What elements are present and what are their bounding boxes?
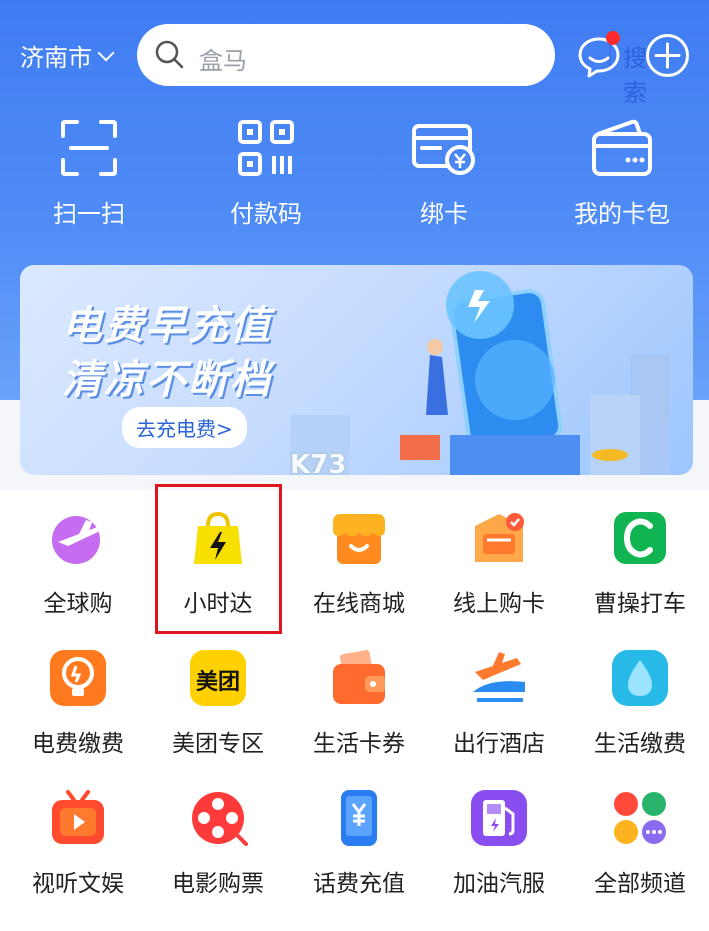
promo-banner[interactable]: 电费早充值 清凉不断档 去充电费> — [20, 265, 693, 475]
global-shopping-icon — [52, 516, 100, 564]
search-button[interactable]: 搜索 — [623, 38, 647, 108]
banner-cta-button[interactable]: 去充电费> — [122, 407, 247, 448]
plus-icon[interactable] — [645, 33, 690, 78]
fuel-pump-icon — [471, 790, 527, 846]
service-label: 生活缴费 — [594, 731, 686, 757]
service-all-channels[interactable]: 全部频道 — [569, 788, 709, 898]
service-label: 出行酒店 — [453, 731, 545, 757]
highlight-box — [155, 484, 282, 634]
scan-icon — [61, 120, 117, 176]
city-label: 济南市 — [20, 44, 92, 72]
search-icon — [155, 40, 184, 69]
service-label: 曹操打车 — [594, 591, 686, 617]
qr-code-icon — [238, 120, 294, 176]
banner-title-line1: 电费早充值 — [62, 303, 272, 349]
meituan-badge-text: 美团 — [195, 670, 240, 695]
quick-action-bind-card[interactable]: 绑卡 — [374, 110, 514, 229]
service-fuel[interactable]: 加油汽服 — [428, 788, 570, 898]
lightbulb-icon — [50, 650, 106, 706]
city-selector[interactable]: 济南市 — [20, 38, 115, 73]
phone-yuan-icon — [341, 790, 377, 846]
service-label: 加油汽服 — [453, 871, 545, 897]
banner-illustration — [290, 271, 670, 475]
chevron-down-icon — [97, 44, 115, 61]
quick-action-label: 我的卡包 — [574, 200, 670, 228]
notification-dot — [606, 31, 620, 45]
water-drop-icon — [612, 650, 668, 706]
service-online-store[interactable]: 在线商城 — [288, 508, 430, 618]
service-electricity-bill[interactable]: 电费缴费 — [7, 648, 149, 758]
service-label: 话费充值 — [313, 871, 405, 897]
wallet-icon — [592, 119, 652, 176]
service-meituan[interactable]: 美团 美团专区 — [147, 648, 289, 758]
service-utilities[interactable]: 生活缴费 — [569, 648, 709, 758]
service-buy-gift-card[interactable]: 线上购卡 — [428, 508, 570, 618]
search-bar[interactable]: 盒马 搜索 — [137, 24, 647, 107]
quick-action-label: 付款码 — [230, 200, 302, 228]
service-phone-recharge[interactable]: 话费充值 — [288, 788, 430, 898]
service-label: 全球购 — [43, 591, 113, 617]
service-global-shopping[interactable]: 全球购 — [7, 508, 149, 618]
top-bar: 济南市 盒马 搜索 — [0, 0, 709, 110]
search-input[interactable]: 盒马 — [199, 41, 247, 76]
banner-title-line2: 清凉不断档 — [62, 357, 272, 403]
coupon-wallet-icon — [333, 650, 385, 704]
service-grid: 全球购 小时达 在线商城 线上购卡 曹操打车 电费缴费 美团 美团专区 生活卡券… — [0, 490, 709, 931]
service-label: 电费缴费 — [32, 731, 124, 757]
quick-action-wallet[interactable]: 我的卡包 — [552, 110, 692, 229]
service-label: 在线商城 — [313, 591, 405, 617]
tv-play-icon — [52, 790, 104, 844]
service-travel-hotel[interactable]: 出行酒店 — [428, 648, 570, 758]
service-life-coupons[interactable]: 生活卡券 — [288, 648, 430, 758]
film-reel-icon — [192, 792, 248, 846]
service-label: 电影购票 — [172, 871, 264, 897]
watermark: K73 — [290, 450, 347, 480]
travel-icon — [473, 652, 525, 702]
store-icon — [333, 514, 385, 564]
service-label: 全部频道 — [594, 871, 686, 897]
service-label: 美团专区 — [172, 731, 264, 757]
quick-action-pay-code[interactable]: 付款码 — [196, 110, 336, 229]
gift-card-icon — [475, 513, 524, 562]
service-movie-tickets[interactable]: 电影购票 — [147, 788, 289, 898]
bind-card-icon — [412, 124, 475, 175]
quick-actions: 扫一扫 付款码 绑卡 我的卡包 — [0, 110, 709, 240]
service-label: 生活卡券 — [313, 731, 405, 757]
quick-action-label: 扫一扫 — [53, 200, 125, 228]
quick-action-scan[interactable]: 扫一扫 — [19, 110, 159, 229]
service-audio-video[interactable]: 视听文娱 — [7, 788, 149, 898]
quick-action-label: 绑卡 — [420, 200, 468, 228]
taxi-icon — [614, 512, 666, 564]
service-label: 视听文娱 — [32, 871, 124, 897]
all-channels-icon — [614, 792, 666, 844]
service-label: 线上购卡 — [453, 591, 545, 617]
service-taxi[interactable]: 曹操打车 — [569, 508, 709, 618]
